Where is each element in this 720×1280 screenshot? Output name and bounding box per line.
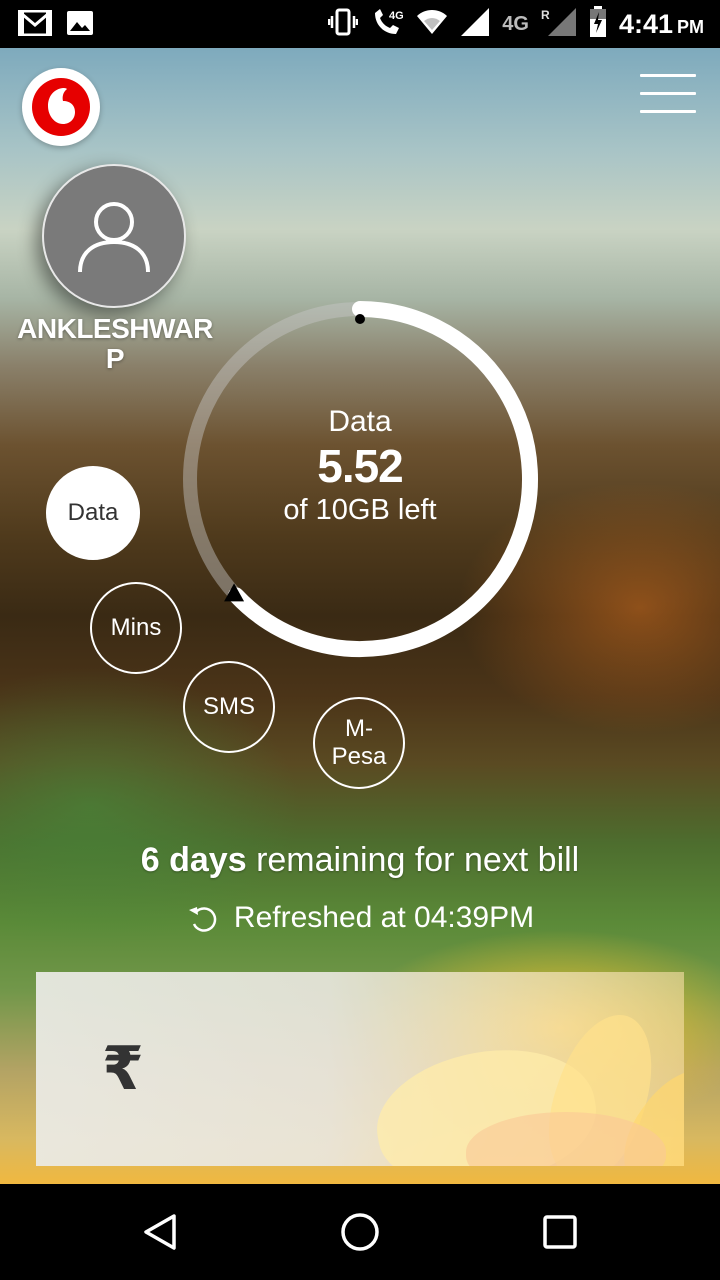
bill-remaining: 6 days remaining for next bill [0, 840, 720, 880]
vodafone-logo[interactable] [22, 68, 100, 146]
tab-mins[interactable]: Mins [90, 582, 182, 674]
usage-label: Data [328, 405, 392, 438]
rupee-icon: ₹ [102, 1034, 144, 1104]
menu-line [640, 110, 696, 113]
back-button[interactable] [136, 1208, 184, 1256]
tab-mpesa[interactable]: M-Pesa [313, 697, 405, 789]
network-type-label: 4G [502, 12, 529, 35]
tab-data[interactable]: Data [46, 466, 140, 560]
battery-icon [589, 5, 607, 43]
home-icon [341, 1213, 379, 1251]
tab-mins-label: Mins [110, 614, 162, 641]
dashboard: ANKLESHWAR P Data 5.52 of 10GB left Data… [0, 48, 720, 1184]
usage-summary: Data 5.52 of 10GB left [230, 404, 490, 528]
roaming-signal-icon: R [541, 7, 577, 42]
home-button[interactable] [336, 1208, 384, 1256]
tab-data-label: Data [67, 499, 119, 526]
volte-4g-label: 4G [389, 10, 404, 22]
menu-line [640, 92, 696, 95]
signal-icon [460, 7, 490, 42]
volte-call-icon: 4G [370, 7, 404, 42]
bill-days: 6 days [140, 841, 247, 879]
tab-sms[interactable]: SMS [183, 661, 275, 753]
refresh-text: Refreshed at 04:39PM [233, 901, 535, 934]
hamburger-menu-icon [640, 74, 696, 77]
clock-ampm: PM [677, 16, 704, 37]
roaming-label: R [541, 8, 550, 22]
user-icon [78, 202, 150, 273]
refresh-status[interactable]: Refreshed at 04:39PM [0, 900, 720, 936]
recents-icon [543, 1215, 577, 1249]
recents-button[interactable] [536, 1208, 584, 1256]
bill-text: remaining for next bill [256, 841, 580, 879]
refresh-icon[interactable] [186, 903, 220, 933]
clock: 4:41 PM [619, 9, 704, 40]
tab-mpesa-label: M-Pesa [331, 715, 387, 770]
gallery-icon [66, 10, 94, 41]
vibrate-icon [328, 8, 359, 41]
gmail-icon [17, 9, 53, 41]
tab-sms-label: SMS [202, 693, 255, 720]
wifi-icon [416, 8, 448, 41]
vodafone-logo-icon [32, 78, 90, 136]
back-icon [144, 1214, 176, 1250]
usage-subtitle: of 10GB left [283, 494, 437, 526]
menu-button[interactable] [640, 72, 696, 113]
ring-start-marker [355, 314, 365, 324]
clock-time: 4:41 [618, 8, 673, 39]
bill-card[interactable]: ₹ [36, 972, 684, 1166]
usage-value: 5.52 [317, 440, 404, 492]
status-bar: 4G 4G R 4:41 PM [0, 0, 720, 48]
navigation-bar [0, 1184, 720, 1280]
profile-avatar[interactable] [42, 164, 186, 308]
